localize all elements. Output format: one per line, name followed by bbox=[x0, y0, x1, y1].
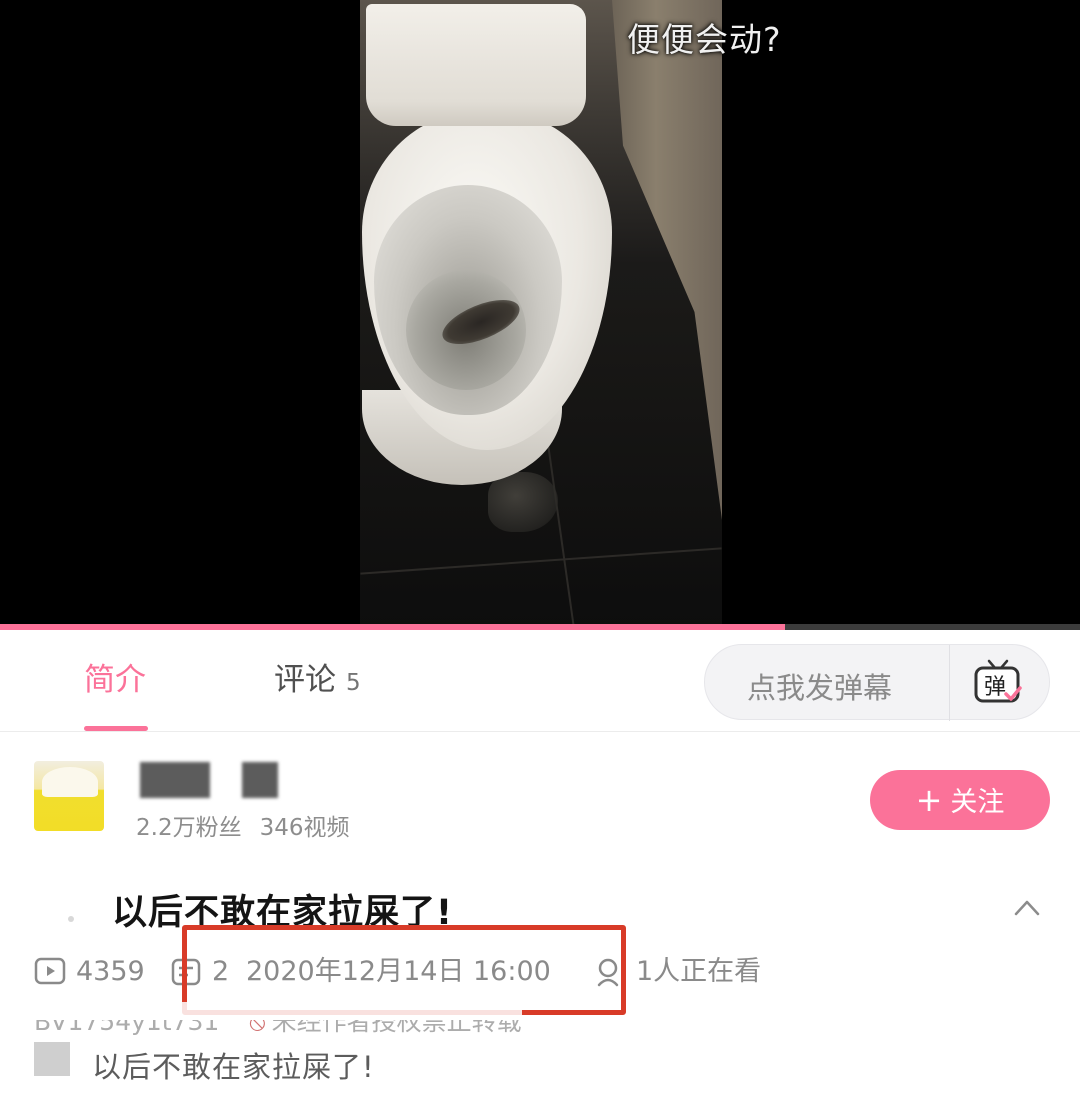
uploader-name-redacted-2 bbox=[242, 762, 278, 798]
danmaku-placeholder: 点我发弹幕 bbox=[747, 671, 893, 705]
uploader-name-redacted[interactable] bbox=[140, 762, 210, 798]
video-frame bbox=[360, 0, 722, 628]
follow-plus-icon: + bbox=[915, 781, 943, 819]
uploader-followers: 2.2万粉丝 bbox=[136, 815, 242, 841]
uploader-stats: 2.2万粉丝 346视频 bbox=[136, 808, 349, 842]
title-dot bbox=[68, 916, 74, 922]
danmaku-tv-icon[interactable]: 弹 bbox=[973, 659, 1023, 707]
tab-comments[interactable]: 评论 5 bbox=[274, 662, 361, 701]
play-count: 4359 bbox=[76, 956, 145, 987]
follow-button[interactable]: + 关注 bbox=[870, 770, 1050, 830]
watching-count: 1人正在看 bbox=[636, 956, 762, 987]
follow-label: 关注 bbox=[950, 787, 1005, 818]
video-caption: 便便会动? bbox=[627, 20, 782, 59]
bv-copyright-line: BV1754y1t731 ⦸ 未经作者授权禁止转载 bbox=[34, 1002, 522, 1036]
uploader-avatar[interactable] bbox=[34, 761, 104, 831]
tab-intro-indicator bbox=[84, 726, 148, 731]
detail-tabs: 简介 评论 5 点我发弹幕 弹 bbox=[0, 630, 1080, 732]
video-player[interactable]: 便便会动? bbox=[0, 0, 1080, 628]
danmaku-input[interactable]: 点我发弹幕 弹 bbox=[704, 644, 1050, 721]
description-thumbnail bbox=[34, 1042, 70, 1076]
tab-intro[interactable]: 简介 bbox=[84, 662, 146, 698]
chevron-up-icon[interactable] bbox=[1014, 898, 1040, 916]
tab-comments-label: 评论 bbox=[274, 662, 336, 698]
play-count-icon bbox=[34, 957, 66, 985]
danmaku-divider bbox=[949, 645, 950, 721]
tab-comments-count: 5 bbox=[346, 670, 361, 696]
video-description: 以后不敢在家拉屎了! bbox=[92, 1050, 375, 1084]
danmaku-icon-glyph: 弹 bbox=[984, 675, 1006, 700]
uploader-video-count: 346视频 bbox=[259, 815, 350, 841]
